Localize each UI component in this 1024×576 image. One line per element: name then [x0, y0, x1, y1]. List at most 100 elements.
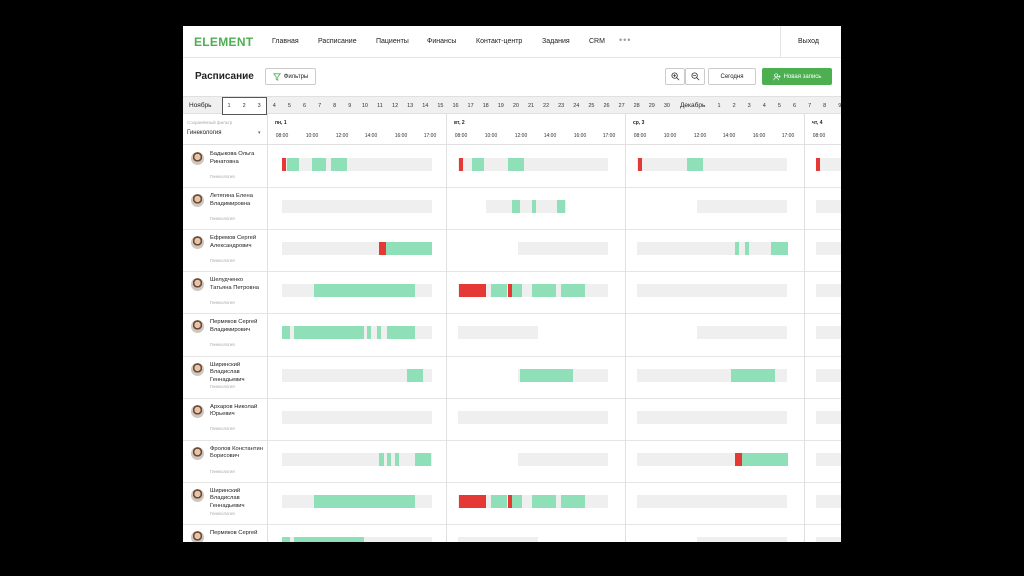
schedule-track[interactable] [282, 452, 432, 466]
booked-appointment-slot[interactable] [735, 242, 739, 256]
nav-item-schedule[interactable]: Расписание [318, 38, 357, 45]
nav-item-crm[interactable]: CRM [589, 38, 605, 45]
zoom-in-button[interactable] [665, 68, 685, 85]
schedule-track[interactable] [518, 452, 608, 466]
doctor-name[interactable]: Летягина Елена Владимировна [210, 193, 265, 208]
doctor-name[interactable]: Шелудченко Татьяна Петровна [210, 277, 265, 292]
date-cell[interactable]: 29 [646, 103, 658, 109]
booked-appointment-slot[interactable] [294, 536, 364, 542]
doctor-name[interactable]: Фролов Константин Борисович [210, 446, 265, 461]
schedule-track[interactable] [816, 368, 841, 382]
booked-appointment-slot[interactable] [512, 200, 520, 214]
date-cell[interactable]: 24 [570, 103, 582, 109]
schedule-track[interactable] [282, 200, 432, 214]
booked-appointment-slot[interactable] [532, 200, 536, 214]
today-button[interactable]: Сегодня [708, 68, 756, 85]
urgent-appointment-slot[interactable] [459, 494, 486, 508]
booked-appointment-slot[interactable] [532, 284, 556, 298]
schedule-track[interactable] [816, 200, 841, 214]
date-cell[interactable]: 4 [268, 103, 280, 109]
booked-appointment-slot[interactable] [415, 452, 431, 466]
date-cell[interactable]: 6 [789, 103, 801, 109]
schedule-track[interactable] [816, 284, 841, 298]
schedule-track[interactable] [637, 494, 787, 508]
date-cell[interactable]: 12 [389, 103, 401, 109]
date-cell[interactable]: 15 [434, 103, 446, 109]
date-cell[interactable]: 26 [601, 103, 613, 109]
date-cell[interactable]: 8 [819, 103, 831, 109]
schedule-track[interactable] [816, 326, 841, 340]
booked-appointment-slot[interactable] [377, 326, 381, 340]
date-cell[interactable]: 27 [616, 103, 628, 109]
date-cell[interactable]: 8 [329, 103, 341, 109]
urgent-appointment-slot[interactable] [735, 452, 742, 466]
booked-appointment-slot[interactable] [512, 494, 522, 508]
booked-appointment-slot[interactable] [379, 452, 384, 466]
schedule-track[interactable] [816, 410, 841, 424]
date-cell[interactable]: 1 [713, 103, 725, 109]
urgent-appointment-slot[interactable] [459, 158, 463, 171]
schedule-track[interactable] [697, 200, 787, 214]
booked-appointment-slot[interactable] [561, 284, 585, 298]
new-record-button[interactable]: Новая запись [762, 68, 832, 85]
date-cell[interactable]: 20 [510, 103, 522, 109]
booked-appointment-slot[interactable] [407, 368, 423, 382]
date-cell[interactable]: 9 [344, 103, 356, 109]
doctor-name[interactable]: Ширинский Владислав Геннадьевич [210, 362, 265, 385]
date-cell[interactable]: 2 [238, 103, 250, 109]
date-cell[interactable]: 1 [223, 103, 235, 109]
schedule-track[interactable] [486, 200, 566, 214]
schedule-track[interactable] [697, 326, 787, 340]
booked-appointment-slot[interactable] [557, 200, 565, 214]
booked-appointment-slot[interactable] [561, 494, 585, 508]
doctor-name[interactable]: Пермяков Сергей [210, 530, 265, 538]
booked-appointment-slot[interactable] [331, 158, 347, 171]
date-cell[interactable]: 6 [299, 103, 311, 109]
schedule-track[interactable] [282, 158, 432, 171]
booked-appointment-slot[interactable] [731, 368, 775, 382]
date-cell[interactable]: 16 [450, 103, 462, 109]
urgent-appointment-slot[interactable] [459, 284, 486, 298]
booked-appointment-slot[interactable] [387, 452, 391, 466]
schedule-track[interactable] [458, 326, 538, 340]
date-cell[interactable]: 22 [540, 103, 552, 109]
nav-item-patients[interactable]: Пациенты [376, 38, 409, 45]
date-cell[interactable]: 2 [728, 103, 740, 109]
nav-item-contact-center[interactable]: Контакт-центр [476, 38, 522, 45]
logout-link[interactable]: Выход [798, 38, 819, 45]
date-cell[interactable]: 5 [773, 103, 785, 109]
schedule-track[interactable] [816, 242, 841, 256]
schedule-track[interactable] [637, 284, 787, 298]
booked-appointment-slot[interactable] [282, 326, 290, 340]
booked-appointment-slot[interactable] [532, 494, 556, 508]
date-cell[interactable]: 11 [374, 103, 386, 109]
date-cell[interactable]: 30 [661, 103, 673, 109]
booked-appointment-slot[interactable] [387, 326, 415, 340]
booked-appointment-slot[interactable] [491, 284, 507, 298]
schedule-track[interactable] [458, 410, 608, 424]
date-cell[interactable]: 21 [525, 103, 537, 109]
nav-item-tasks[interactable]: Задания [542, 38, 570, 45]
schedule-track[interactable] [637, 242, 787, 256]
doctor-name[interactable]: Ширинский Владислав Геннадьевич [210, 488, 265, 511]
zoom-out-button[interactable] [685, 68, 705, 85]
urgent-appointment-slot[interactable] [379, 242, 386, 256]
schedule-track[interactable] [816, 452, 841, 466]
booked-appointment-slot[interactable] [314, 494, 415, 508]
date-cell[interactable]: 7 [804, 103, 816, 109]
doctor-name[interactable]: Пермяков Сергей Владимирович [210, 319, 265, 334]
urgent-appointment-slot[interactable] [816, 158, 820, 171]
nav-item-finance[interactable]: Финансы [427, 38, 456, 45]
schedule-track[interactable] [697, 536, 787, 542]
date-cell[interactable]: 14 [419, 103, 431, 109]
booked-appointment-slot[interactable] [395, 452, 399, 466]
booked-appointment-slot[interactable] [287, 158, 299, 171]
date-cell[interactable]: 3 [743, 103, 755, 109]
schedule-track[interactable] [816, 536, 841, 542]
booked-appointment-slot[interactable] [314, 284, 415, 298]
date-cell[interactable]: 4 [758, 103, 770, 109]
schedule-track[interactable] [637, 158, 787, 171]
date-cell[interactable]: 7 [314, 103, 326, 109]
schedule-track[interactable] [282, 410, 432, 424]
date-cell[interactable]: 25 [585, 103, 597, 109]
